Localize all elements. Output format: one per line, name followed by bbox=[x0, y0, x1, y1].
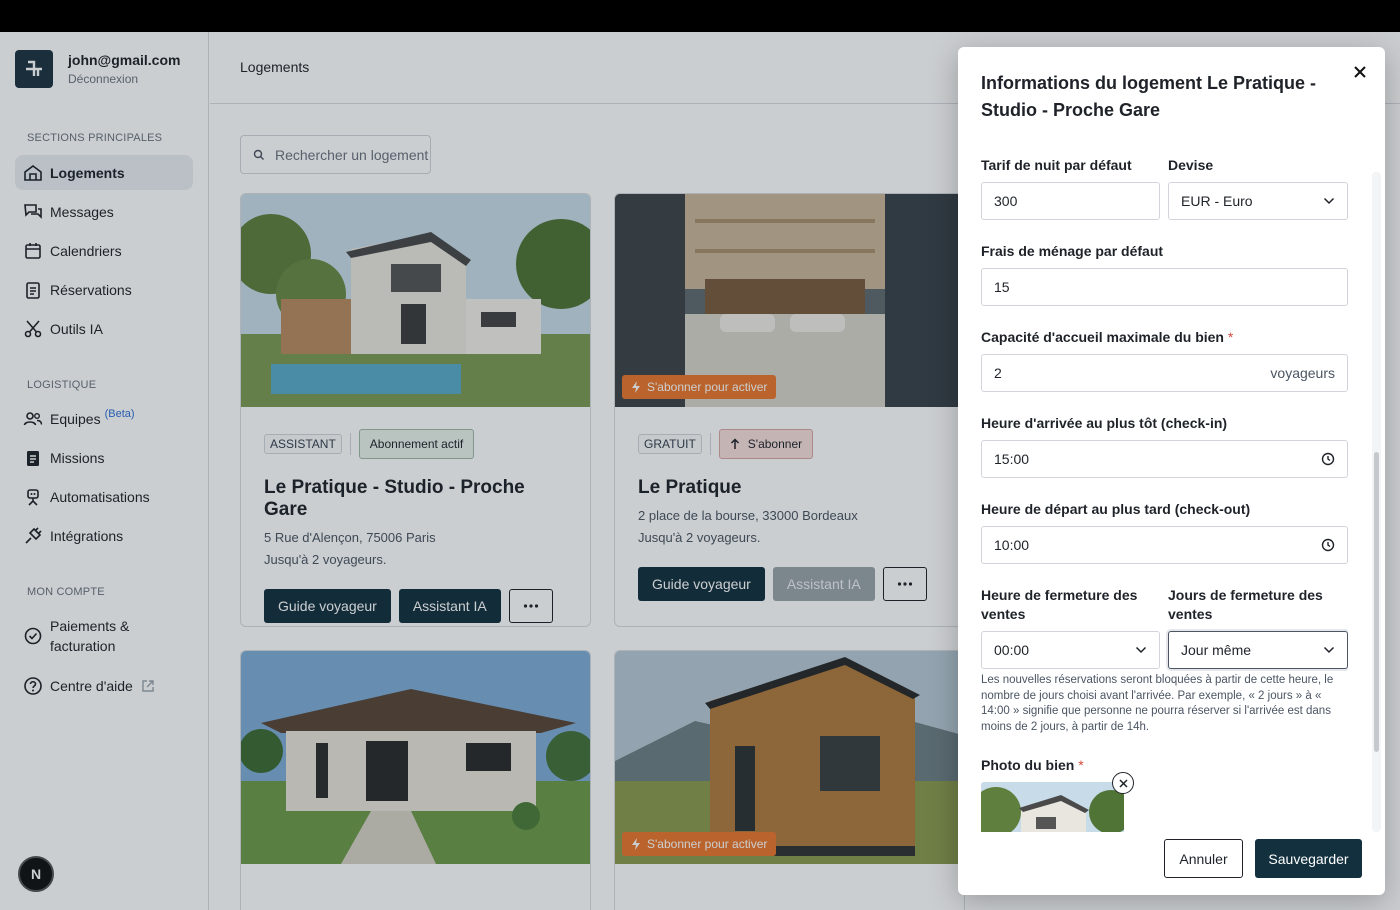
property-photo-thumbnail[interactable] bbox=[981, 782, 1124, 832]
form-area: Tarif de nuit par défaut 300 Devise EUR … bbox=[981, 152, 1348, 832]
sales-close-time-label: Heure de fermeture des ventes bbox=[981, 587, 1138, 622]
scrollbar-thumb[interactable] bbox=[1374, 452, 1379, 752]
checkout-label: Heure de départ au plus tard (check-out) bbox=[981, 501, 1251, 517]
photo-label: Photo du bien * bbox=[981, 757, 1084, 773]
nightly-rate-label: Tarif de nuit par défaut bbox=[981, 157, 1132, 173]
property-info-modal: Informations du logement Le Pratique - S… bbox=[958, 47, 1385, 895]
chevron-down-icon bbox=[1135, 646, 1147, 654]
required-asterisk: * bbox=[1078, 757, 1084, 773]
remove-photo-button[interactable] bbox=[1112, 772, 1134, 794]
app-window: john@gmail.com Déconnexion SECTIONS PRIN… bbox=[0, 32, 1400, 910]
currency-value: EUR - Euro bbox=[1181, 193, 1253, 209]
cleaning-fee-value: 15 bbox=[994, 279, 1010, 295]
checkin-time-input[interactable]: 15:00 bbox=[981, 440, 1348, 478]
save-button[interactable]: Sauvegarder bbox=[1255, 839, 1362, 878]
nightly-rate-input[interactable]: 300 bbox=[981, 182, 1160, 220]
nightly-rate-value: 300 bbox=[994, 193, 1018, 209]
modal-footer: Annuler Sauvegarder bbox=[958, 827, 1385, 895]
sales-close-days-select[interactable]: Jour même bbox=[1168, 631, 1348, 669]
capacity-suffix: voyageurs bbox=[1270, 365, 1335, 381]
checkout-time-input[interactable]: 10:00 bbox=[981, 526, 1348, 564]
cleaning-fee-input[interactable]: 15 bbox=[981, 268, 1348, 306]
checkin-value: 15:00 bbox=[994, 451, 1030, 467]
cleaning-fee-label: Frais de ménage par défaut bbox=[981, 243, 1164, 259]
sales-close-time-value: 00:00 bbox=[994, 642, 1030, 658]
chevron-down-icon bbox=[1323, 646, 1335, 654]
sales-close-days-value: Jour même bbox=[1181, 642, 1252, 658]
required-asterisk: * bbox=[1227, 329, 1234, 345]
currency-label: Devise bbox=[1168, 157, 1214, 173]
top-black-bar bbox=[0, 0, 1400, 32]
cancel-button[interactable]: Annuler bbox=[1164, 839, 1243, 878]
sales-close-help-text: Les nouvelles réservations seront bloqué… bbox=[981, 674, 1334, 733]
clock-icon[interactable] bbox=[1321, 538, 1335, 552]
clock-icon[interactable] bbox=[1321, 452, 1335, 466]
capacity-input[interactable]: 2 voyageurs bbox=[981, 354, 1348, 392]
checkout-value: 10:00 bbox=[994, 537, 1030, 553]
close-icon bbox=[1118, 778, 1128, 788]
currency-select[interactable]: EUR - Euro bbox=[1168, 182, 1348, 220]
sales-close-days-label: Jours de fermeture des ventes bbox=[1168, 587, 1323, 622]
checkin-label: Heure d'arrivée au plus tôt (check-in) bbox=[981, 415, 1228, 431]
sales-close-time-select[interactable]: 00:00 bbox=[981, 631, 1160, 669]
chevron-down-icon bbox=[1323, 197, 1335, 205]
close-icon[interactable] bbox=[1353, 63, 1367, 84]
modal-title: Informations du logement Le Pratique - S… bbox=[981, 73, 1317, 120]
capacity-label: Capacité d'accueil maximale du bien * bbox=[981, 329, 1234, 345]
capacity-value: 2 bbox=[994, 365, 1002, 381]
